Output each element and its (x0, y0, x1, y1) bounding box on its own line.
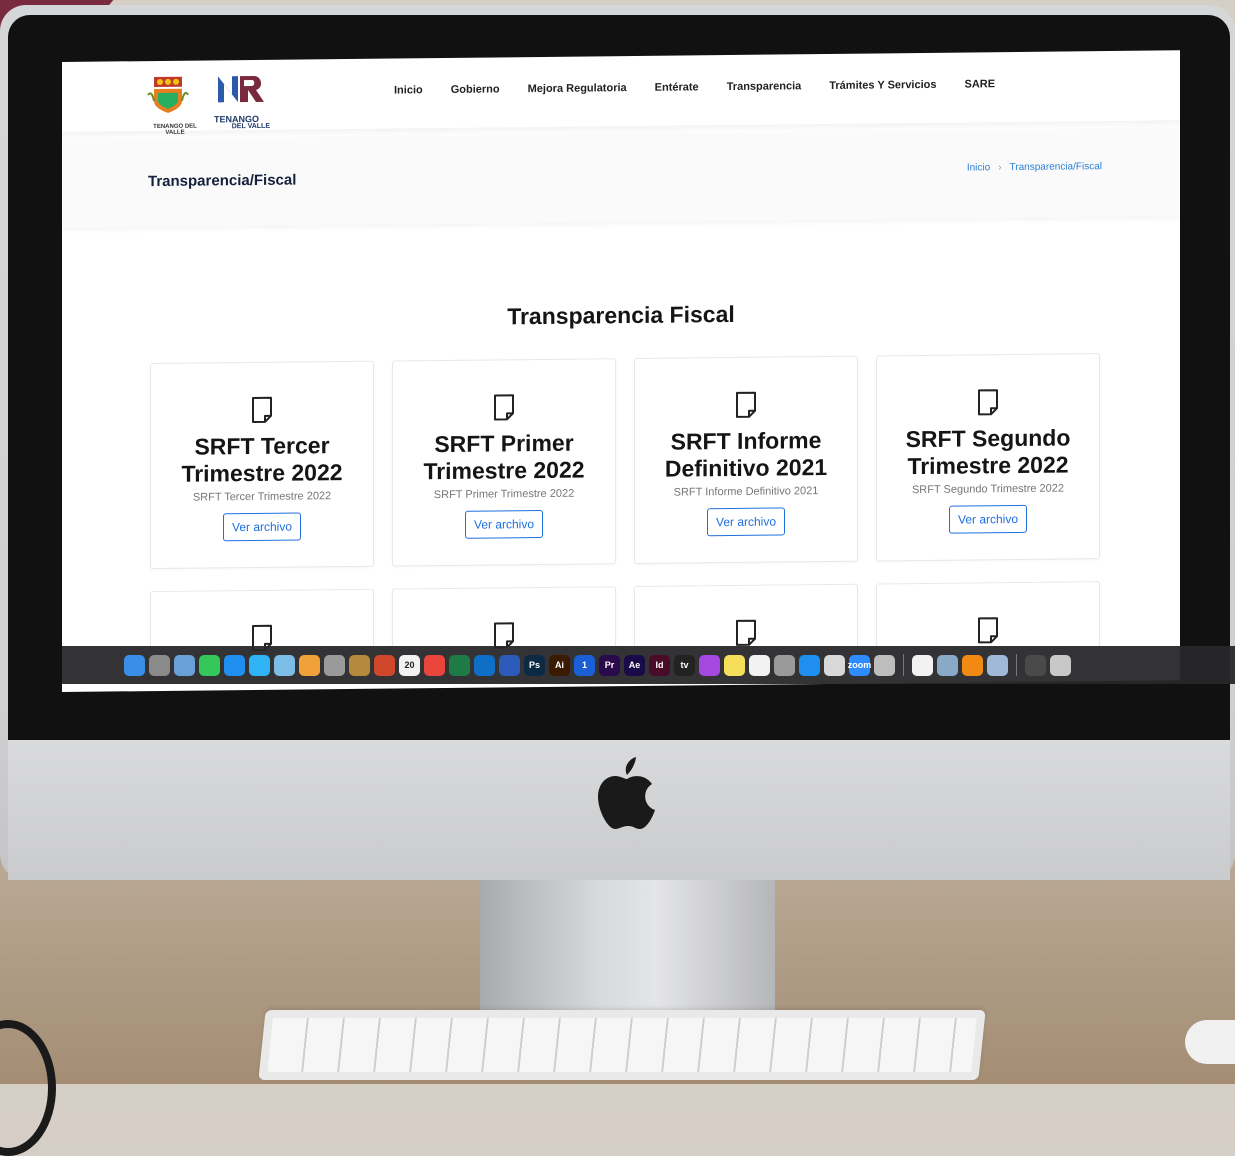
imac-stand (480, 878, 775, 1018)
page-title: Transparencia/Fiscal (148, 171, 297, 191)
chrome-icon[interactable] (424, 654, 445, 676)
document-icon (978, 617, 998, 644)
excel-icon[interactable] (449, 654, 470, 676)
file-card: SRFT Tercer Trimestre 2022 SRFT Tercer T… (150, 360, 374, 570)
file-icon[interactable] (824, 654, 845, 676)
nav-item-inicio[interactable]: Inicio (394, 84, 423, 96)
after-effects-icon[interactable]: Ae (624, 654, 645, 676)
nav-item-transparencia[interactable]: Transparencia (727, 80, 802, 93)
nav-menu: Inicio Gobierno Mejora Regulatoria Entér… (394, 78, 995, 96)
image-capture-icon[interactable] (274, 654, 295, 676)
system-preferences-icon[interactable] (149, 654, 170, 676)
file-card: SRFT Informe Definitivo 2021 SRFT Inform… (634, 355, 858, 565)
municipality-logo-text: TENANGO DEL VALLE (153, 123, 197, 136)
breadcrumb-home[interactable]: Inicio (967, 162, 990, 173)
apple-tv-icon[interactable]: tv (674, 654, 695, 676)
dock-separator (1016, 654, 1017, 676)
document-icon (978, 389, 998, 416)
onepassword-icon[interactable]: 1 (574, 654, 595, 676)
vlc-icon[interactable] (962, 654, 983, 676)
card-title: SRFT Informe Definitivo 2021 (664, 427, 828, 482)
nav-item-mejora-regulatoria[interactable]: Mejora Regulatoria (528, 82, 627, 95)
indesign-icon[interactable]: Id (649, 654, 670, 676)
nr-logo: TENANGO DEL VALLE (214, 72, 270, 131)
chevron-right-icon: › (998, 162, 1002, 174)
podcasts-icon[interactable] (699, 654, 720, 676)
nav-item-enterate[interactable]: Entérate (655, 81, 699, 93)
zoom-icon[interactable]: zoom (848, 654, 871, 676)
card-subtitle: SRFT Informe Definitivo 2021 (673, 485, 819, 499)
view-file-button[interactable]: Ver archivo (948, 504, 1028, 534)
nav-item-gobierno[interactable]: Gobierno (451, 83, 500, 96)
powerpoint-icon[interactable] (374, 654, 395, 676)
page-header: Transparencia/Fiscal Inicio › Transparen… (62, 128, 1180, 228)
card-title: SRFT Tercer Trimestre 2022 (181, 432, 343, 487)
view-file-button[interactable]: Ver archivo (222, 512, 302, 542)
nav-item-sare[interactable]: SARE (965, 78, 996, 90)
photos-icon[interactable] (299, 654, 320, 676)
app-store-icon[interactable] (799, 654, 820, 676)
preview-icon[interactable] (174, 654, 195, 676)
card-subtitle: SRFT Tercer Trimestre 2022 (192, 490, 332, 504)
notes-book-icon[interactable] (349, 654, 370, 676)
illustrator-icon[interactable]: Ai (549, 654, 570, 676)
music-icon[interactable] (749, 654, 770, 676)
document-icon (494, 394, 514, 421)
trash-icon[interactable] (1050, 654, 1071, 676)
document-icon (736, 391, 756, 418)
safari-icon[interactable] (224, 654, 245, 676)
premiere-icon[interactable]: Pr (599, 654, 620, 676)
top-navbar: TENANGO DEL VALLE TENANGO DEL VALLE Inic… (62, 50, 1180, 136)
document-icon (252, 396, 272, 423)
facetime-icon[interactable] (199, 654, 220, 676)
view-file-button[interactable]: Ver archivo (464, 509, 544, 539)
file-card: SRFT Segundo Trimestre 2022 SRFT Segundo… (876, 353, 1100, 562)
wifi-icon[interactable] (912, 654, 933, 676)
mouse (1185, 1020, 1235, 1064)
municipality-logo: TENANGO DEL VALLE (146, 73, 204, 137)
card-subtitle: SRFT Primer Trimestre 2022 (433, 487, 575, 502)
calendar-icon[interactable]: 20 (399, 654, 420, 676)
keyboard (258, 1010, 986, 1080)
file-card-grid: SRFT Tercer Trimestre 2022 SRFT Tercer T… (150, 353, 1100, 673)
keychain-icon[interactable] (774, 654, 795, 676)
printer-icon[interactable] (874, 654, 895, 676)
card-title: SRFT Primer Trimestre 2022 (423, 429, 585, 485)
messages-icon[interactable] (249, 654, 270, 676)
municipality-seal-icon (147, 76, 189, 113)
breadcrumb-current[interactable]: Transparencia/Fiscal (1010, 161, 1102, 173)
word-icon[interactable] (499, 654, 520, 676)
document-icon[interactable] (1025, 654, 1046, 676)
photoshop-icon[interactable]: Ps (524, 654, 545, 676)
launchpad-icon[interactable] (324, 654, 345, 676)
preview-image-icon[interactable] (987, 654, 1008, 676)
macos-dock: 20 Ps Ai 1 Pr Ae Id tv zoom (62, 646, 1235, 684)
file-card: SRFT Primer Trimestre 2022 SRFT Primer T… (392, 358, 616, 567)
outlook-icon[interactable] (474, 654, 495, 676)
nr-logo-mark-icon (218, 75, 264, 103)
dock-separator (903, 654, 904, 676)
finder-icon[interactable] (124, 654, 145, 676)
screenshot-icon[interactable] (937, 654, 958, 676)
view-file-button[interactable]: Ver archivo (706, 507, 786, 537)
stickies-icon[interactable] (724, 654, 745, 676)
nav-item-tramites[interactable]: Trámites Y Servicios (829, 79, 936, 92)
cable (0, 1020, 56, 1156)
breadcrumb: Inicio › Transparencia/Fiscal (967, 161, 1102, 173)
card-subtitle: SRFT Segundo Trimestre 2022 (911, 482, 1065, 497)
apple-logo-icon (598, 757, 655, 829)
card-title: SRFT Segundo Trimestre 2022 (905, 424, 1071, 480)
document-icon (736, 619, 756, 646)
browser-viewport: TENANGO DEL VALLE TENANGO DEL VALLE Inic… (62, 50, 1180, 692)
section-title: Transparencia Fiscal (507, 300, 735, 330)
site-logos[interactable]: TENANGO DEL VALLE TENANGO DEL VALLE (146, 72, 270, 136)
